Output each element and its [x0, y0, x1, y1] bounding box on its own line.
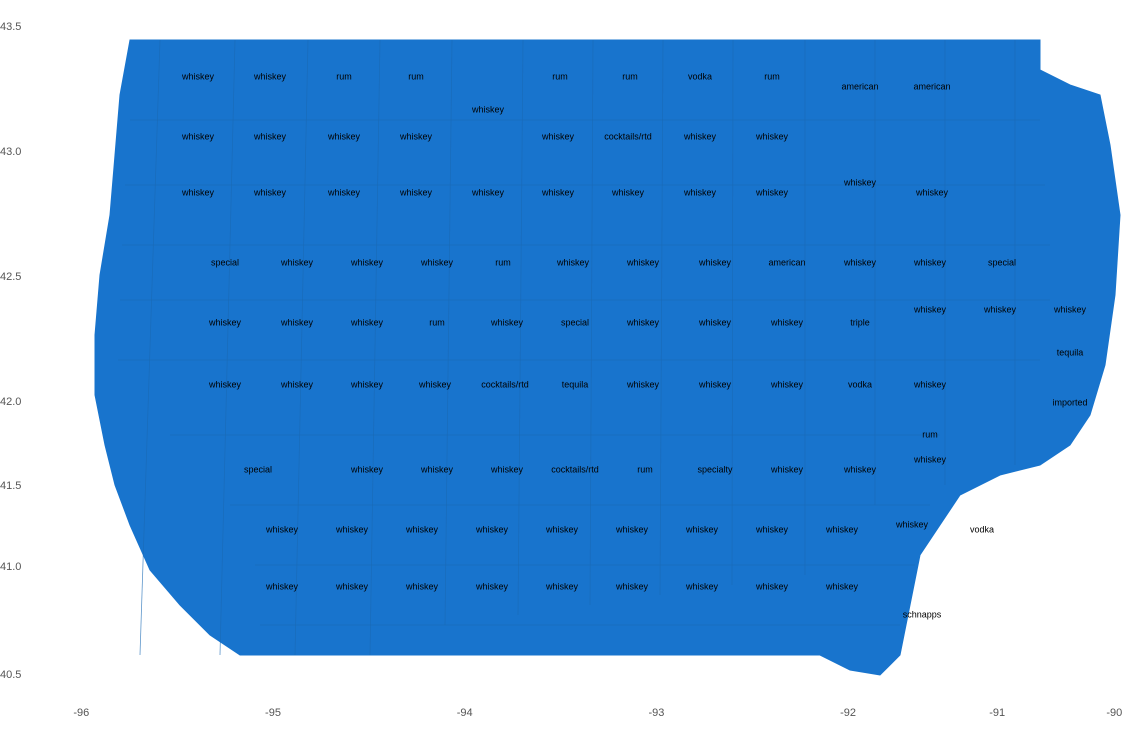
x-label-96: -96	[73, 707, 89, 719]
x-label-92: -92	[840, 707, 856, 719]
x-label-91: -91	[989, 707, 1005, 719]
y-label-405: 40.5	[0, 669, 48, 681]
y-label-415: 41.5	[0, 480, 48, 492]
y-label-425: 42.5	[0, 271, 48, 283]
iowa-map-area: whiskey whiskey rum rum rum rum vodka ru…	[60, 15, 1125, 690]
chart-container: 43.5 43.0 42.5 42.0 41.5 41.0 40.5 -96 -…	[0, 0, 1145, 745]
iowa-map-svg: whiskey whiskey rum rum rum rum vodka ru…	[60, 15, 1125, 690]
x-label-90: -90	[1106, 707, 1122, 719]
x-label-93: -93	[648, 707, 664, 719]
y-label-430: 43.0	[0, 146, 48, 158]
x-label-94: -94	[457, 707, 473, 719]
y-label-435: 43.5	[0, 21, 48, 33]
y-label-420: 42.0	[0, 396, 48, 408]
y-label-410: 41.0	[0, 561, 48, 573]
x-label-95: -95	[265, 707, 281, 719]
label-vodka-3: vodka	[970, 524, 994, 534]
